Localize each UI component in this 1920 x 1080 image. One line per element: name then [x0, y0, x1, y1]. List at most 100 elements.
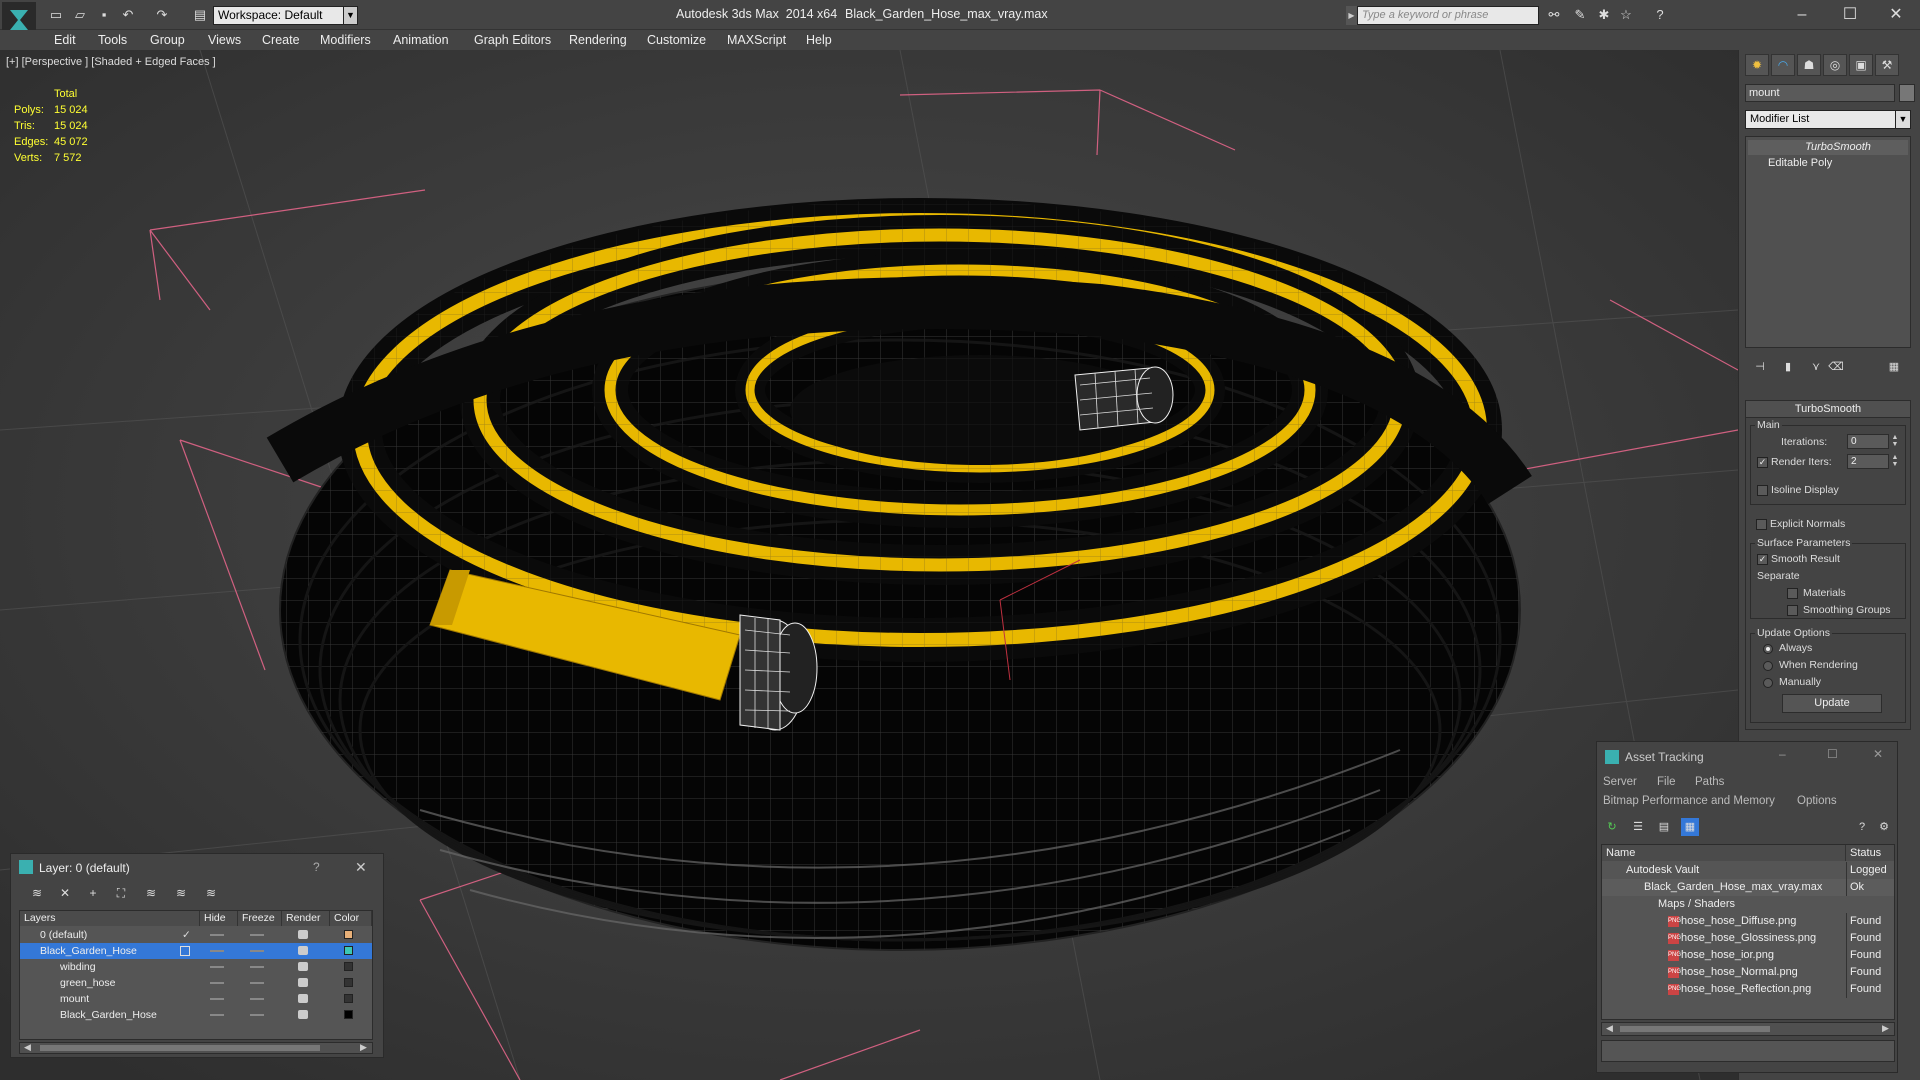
layer-color-swatch[interactable]	[344, 1010, 353, 1019]
layer-row[interactable]: wibding	[20, 959, 372, 975]
make-unique-icon[interactable]: ⋎	[1807, 358, 1825, 376]
scrollbar-thumb[interactable]	[1620, 1026, 1770, 1032]
menu-animation[interactable]: Animation	[393, 33, 449, 47]
menu-maxscript[interactable]: MAXScript	[727, 33, 786, 47]
minimize-button[interactable]: –	[1780, 3, 1824, 27]
table-row[interactable]: Autodesk Vault Logged O	[1602, 862, 1894, 896]
render-iters-spinner[interactable]: 2	[1847, 454, 1889, 469]
menu-create[interactable]: Create	[262, 33, 300, 47]
menu-views[interactable]: Views	[208, 33, 241, 47]
render-iters-checkbox[interactable]: ✓	[1757, 457, 1768, 468]
table-row[interactable]: PNGhose_hose_Glossiness.png Found	[1602, 930, 1894, 947]
add-to-layer-icon[interactable]: +	[83, 884, 103, 902]
favorites-star-icon[interactable]: ☆	[1618, 7, 1634, 23]
help-button[interactable]: ?	[313, 860, 320, 874]
close-button[interactable]: ✕	[1873, 747, 1883, 761]
layer-color-swatch[interactable]	[344, 978, 353, 987]
stack-item-turbosmooth[interactable]: TurboSmooth	[1748, 140, 1908, 155]
search-input[interactable]: Type a keyword or phrase	[1357, 6, 1539, 25]
table-row[interactable]: PNGhose_hose_Diffuse.png Found	[1602, 913, 1894, 930]
help-icon[interactable]: ?	[1652, 7, 1668, 23]
render-teapot-icon[interactable]	[298, 1010, 308, 1019]
hide-toggle[interactable]	[210, 966, 224, 968]
close-button[interactable]: ✕	[355, 859, 367, 876]
freeze-toggle[interactable]	[250, 966, 264, 968]
menu-rendering[interactable]: Rendering	[569, 33, 627, 47]
hierarchy-tab-icon[interactable]: ☗	[1797, 54, 1821, 76]
column-header-render[interactable]: Render	[282, 911, 330, 926]
render-teapot-icon[interactable]	[298, 962, 308, 971]
workspace-dropdown[interactable]: Workspace: Default	[213, 6, 358, 25]
column-header-layers[interactable]: Layers	[20, 911, 200, 926]
scroll-left-icon[interactable]: ◀	[24, 1042, 31, 1053]
scroll-right-icon[interactable]: ▶	[360, 1042, 367, 1053]
layer-color-swatch[interactable]	[344, 946, 353, 955]
column-header-freeze[interactable]: Freeze	[238, 911, 282, 926]
show-end-result-icon[interactable]: ▮	[1779, 358, 1797, 376]
freeze-toggle[interactable]	[250, 934, 264, 936]
column-header-color[interactable]: Color	[330, 911, 372, 926]
chevron-down-icon[interactable]: ▼	[1895, 110, 1911, 129]
spinner-arrows-icon[interactable]: ▲ ▼	[1891, 454, 1899, 469]
freeze-toggle[interactable]	[250, 1014, 264, 1016]
close-button[interactable]: ✕	[1874, 3, 1918, 27]
save-file-icon[interactable]: ▪	[96, 7, 112, 23]
scroll-right-icon[interactable]: ▶	[1882, 1023, 1889, 1034]
search-expand-icon[interactable]: ▶	[1346, 6, 1357, 25]
hide-toggle[interactable]	[210, 982, 224, 984]
layer-color-swatch[interactable]	[344, 930, 353, 939]
modify-tab-icon[interactable]: ◠	[1771, 54, 1795, 76]
hide-toggle[interactable]	[210, 1014, 224, 1016]
modifier-list-dropdown[interactable]: Modifier List	[1745, 110, 1905, 129]
table-view-icon[interactable]: ▦	[1681, 818, 1699, 836]
freeze-toggle[interactable]	[250, 998, 264, 1000]
maximize-button[interactable]: ☐	[1828, 3, 1872, 27]
binoculars-icon[interactable]: ⚯	[1546, 7, 1562, 23]
highlight-selected-icon[interactable]: ≋	[141, 884, 161, 902]
always-radio[interactable]	[1763, 644, 1773, 654]
active-layer-check-icon[interactable]: ✓	[182, 927, 191, 943]
subscription-icon[interactable]: ✎	[1572, 7, 1588, 23]
horizontal-scrollbar[interactable]: ◀ ▶	[1601, 1022, 1895, 1036]
menu-help[interactable]: Help	[806, 33, 832, 47]
create-tab-icon[interactable]: ✹	[1745, 54, 1769, 76]
menu-modifiers[interactable]: Modifiers	[320, 33, 371, 47]
project-folder-icon[interactable]: ▤	[192, 7, 208, 23]
manually-radio[interactable]	[1763, 678, 1773, 688]
menu-group[interactable]: Group	[150, 33, 185, 47]
refresh-icon[interactable]: ↻	[1603, 818, 1621, 836]
menu-server[interactable]: Server	[1603, 776, 1637, 788]
smooth-result-checkbox[interactable]: ✓	[1757, 554, 1768, 565]
display-tab-icon[interactable]: ▣	[1849, 54, 1873, 76]
undo-icon[interactable]: ↶	[120, 7, 136, 23]
tree-view-icon[interactable]: ▤	[1655, 818, 1673, 836]
communication-icon[interactable]: ✱	[1596, 7, 1612, 23]
table-row[interactable]: PNGhose_hose_Normal.png Found	[1602, 964, 1894, 981]
remove-modifier-icon[interactable]: ⌫	[1827, 358, 1845, 376]
spinner-arrows-icon[interactable]: ▲ ▼	[1891, 434, 1899, 449]
render-teapot-icon[interactable]	[298, 930, 308, 939]
render-teapot-icon[interactable]	[298, 978, 308, 987]
help-icon[interactable]: ?	[1853, 818, 1871, 836]
menu-paths[interactable]: Paths	[1695, 776, 1724, 788]
object-name-field[interactable]: mount	[1745, 84, 1895, 102]
active-layer-box-icon[interactable]	[180, 946, 190, 956]
delete-layer-icon[interactable]: ✕	[55, 884, 75, 902]
isoline-display-checkbox[interactable]	[1757, 485, 1768, 496]
menu-bitmap-performance[interactable]: Bitmap Performance and Memory	[1603, 795, 1775, 807]
hide-toggle[interactable]	[210, 934, 224, 936]
menu-edit[interactable]: Edit	[54, 33, 76, 47]
layer-manager-titlebar[interactable]: Layer: 0 (default) ? ✕	[11, 854, 383, 880]
iterations-spinner[interactable]: 0	[1847, 434, 1889, 449]
layer-row[interactable]: Black_Garden_Hose	[20, 1007, 372, 1023]
menu-tools[interactable]: Tools	[98, 33, 127, 47]
hide-toggle[interactable]	[210, 998, 224, 1000]
select-objects-icon[interactable]: ⛶	[111, 884, 131, 902]
configure-sets-icon[interactable]: ▦	[1885, 358, 1903, 376]
table-row[interactable]: PNGhose_hose_ior.png Found	[1602, 947, 1894, 964]
smoothing-groups-checkbox[interactable]	[1787, 605, 1798, 616]
turbosmooth-rollout-title[interactable]: TurboSmooth	[1746, 401, 1910, 418]
freeze-toggle[interactable]	[250, 982, 264, 984]
table-row[interactable]: PNGhose_hose_Reflection.png Found	[1602, 981, 1894, 998]
redo-icon[interactable]: ↷	[154, 7, 170, 23]
